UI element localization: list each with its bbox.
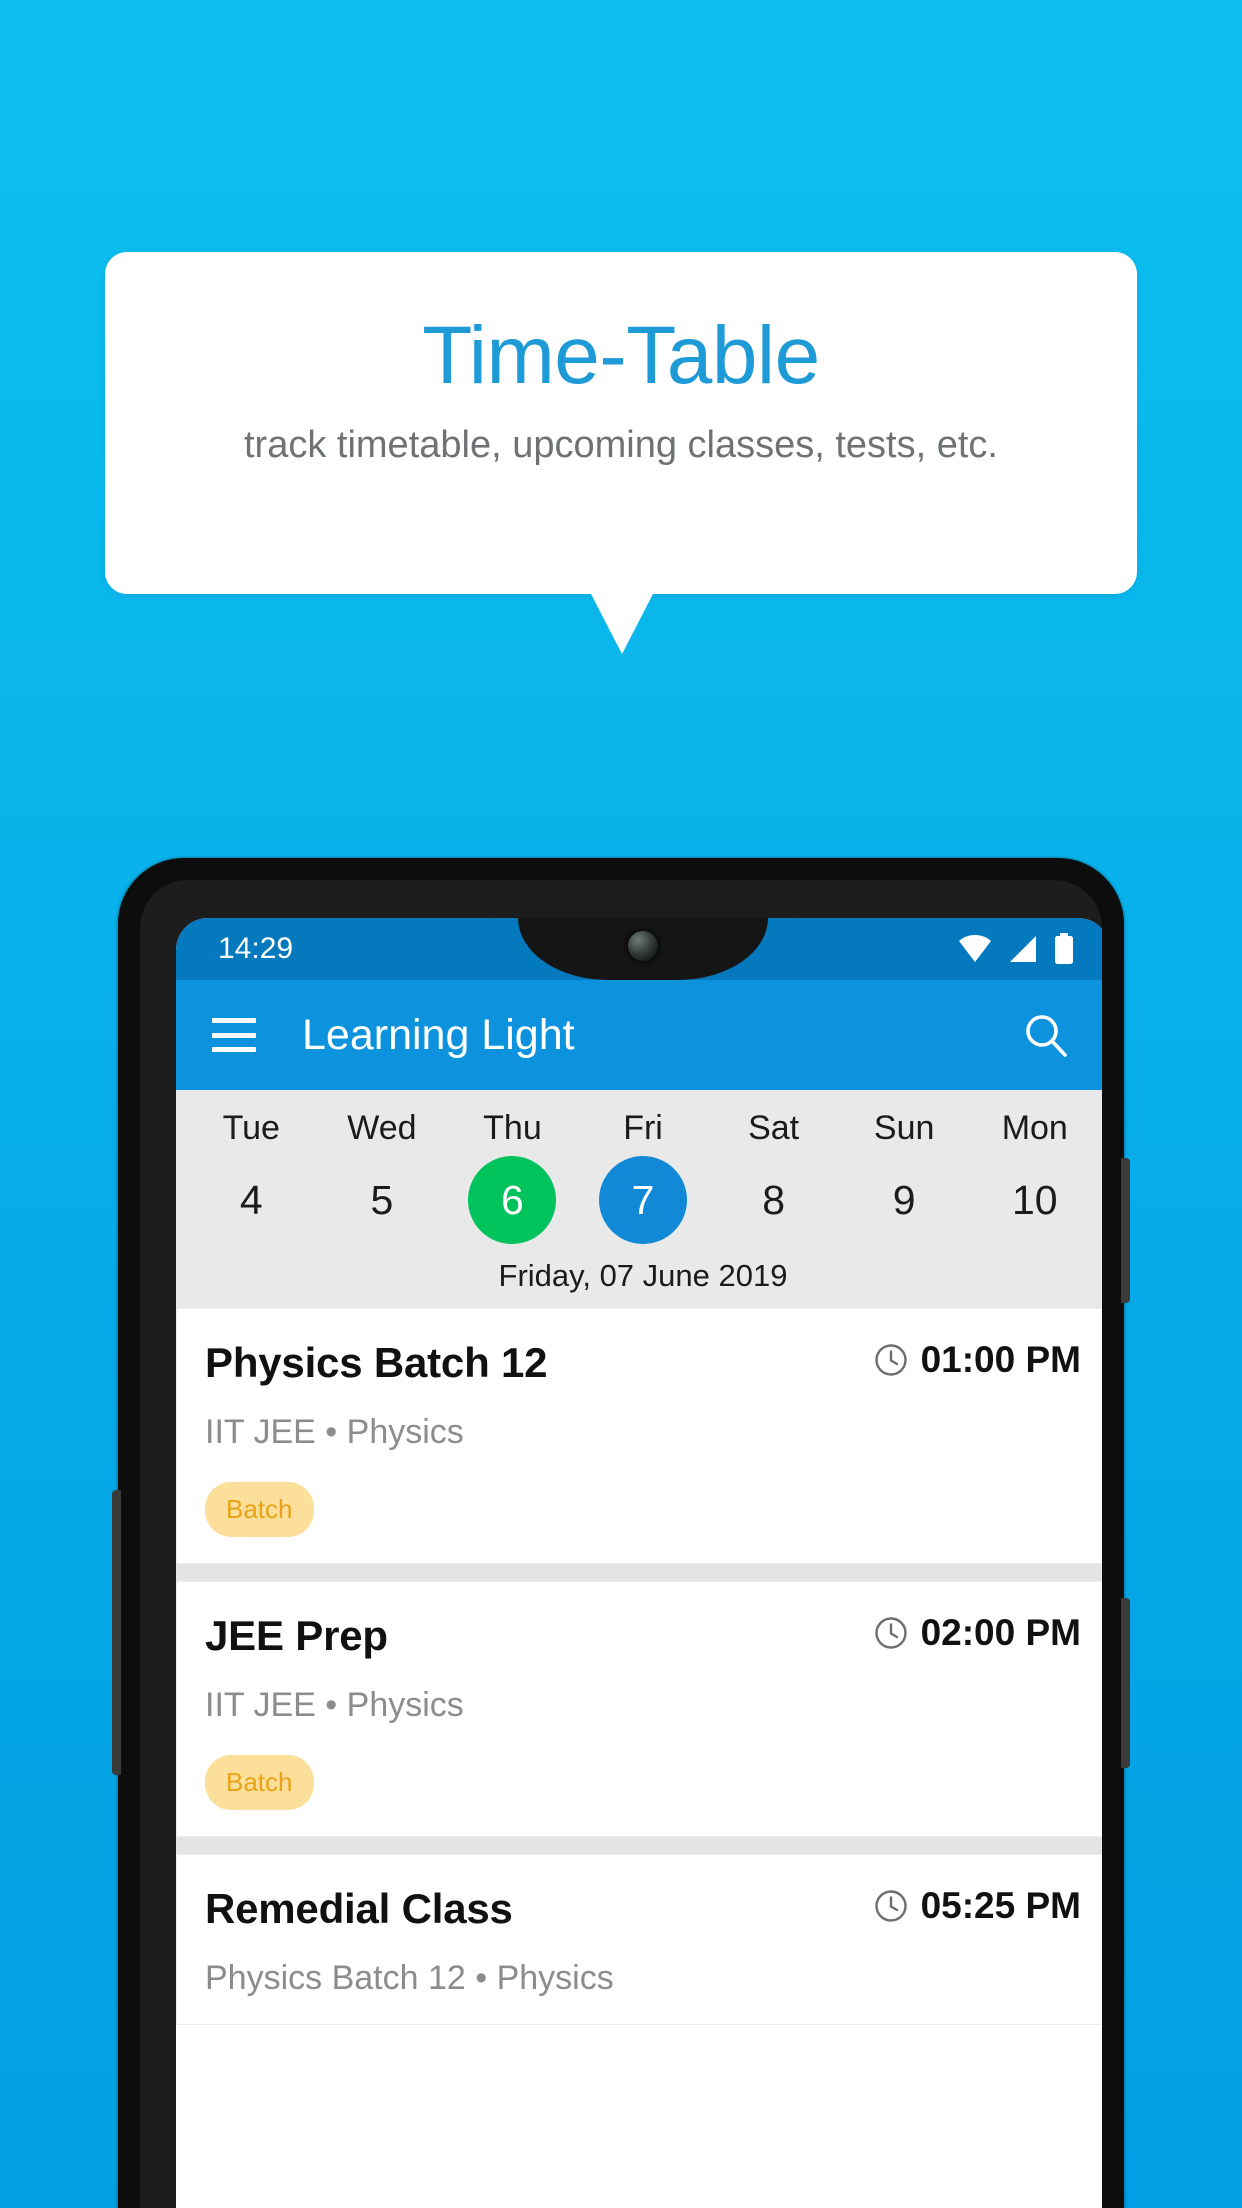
event-title: Physics Batch 12 <box>205 1339 548 1386</box>
battery-icon <box>1055 933 1073 964</box>
day-number-label-selected: 7 <box>599 1156 688 1244</box>
event-card[interactable]: Physics Batch 12 01:00 PM IIT JEE • Phys… <box>176 1308 1102 1564</box>
date-day-thu[interactable]: Thu 6 <box>447 1102 578 1246</box>
day-number-wrap: 4 <box>186 1154 317 1246</box>
clock-icon <box>874 1890 907 1922</box>
day-name-label: Fri <box>623 1109 663 1147</box>
promo-subtitle: track timetable, upcoming classes, tests… <box>244 424 998 466</box>
event-list[interactable]: Physics Batch 12 01:00 PM IIT JEE • Phys… <box>176 1308 1102 2025</box>
search-icon[interactable] <box>1022 1011 1070 1059</box>
event-time-group: 02:00 PM <box>874 1612 1081 1654</box>
clock-icon <box>874 1617 907 1649</box>
day-number-wrap: 6 <box>447 1154 578 1246</box>
event-title: JEE Prep <box>205 1612 388 1659</box>
date-strip: Tue 4 Wed 5 Thu 6 Fri 7 Sat 8 Sun 9 Mon … <box>176 1090 1102 1308</box>
day-name-label: Thu <box>483 1109 542 1147</box>
event-time: 02:00 PM <box>920 1612 1081 1653</box>
menu-bar-1 <box>212 1018 256 1023</box>
event-card[interactable]: Remedial Class 05:25 PM Physics Batch 12… <box>176 1854 1102 2025</box>
clock-icon <box>874 1344 907 1376</box>
day-number-label: 5 <box>370 1177 394 1223</box>
day-name-label: Wed <box>347 1109 417 1147</box>
phone-volume-button[interactable] <box>1121 1158 1130 1303</box>
phone-bezel: 14:29 Learning Light Tue 4 Wed 5 Thu 6 F… <box>140 880 1102 2208</box>
event-type-chip: Batch <box>205 1482 314 1537</box>
date-day-sat[interactable]: Sat 8 <box>708 1102 839 1246</box>
promo-screenshot-root: Time-Table track timetable, upcoming cla… <box>0 0 1242 2208</box>
event-header-row: JEE Prep 02:00 PM <box>205 1612 1081 1660</box>
event-time: 05:25 PM <box>920 1885 1081 1926</box>
status-bar-clock: 14:29 <box>218 932 294 965</box>
day-name-label: Sat <box>748 1109 800 1147</box>
phone-side-button-left[interactable] <box>112 1490 121 1775</box>
event-header-row: Physics Batch 12 01:00 PM <box>205 1339 1081 1387</box>
wifi-icon <box>959 935 991 962</box>
day-number-label: 10 <box>1011 1177 1058 1223</box>
promo-callout-tail <box>590 592 654 654</box>
menu-bar-3 <box>212 1047 256 1052</box>
date-day-tue[interactable]: Tue 4 <box>186 1102 317 1246</box>
app-title: Learning Light <box>302 1010 575 1059</box>
menu-bar-2 <box>212 1032 256 1038</box>
promo-title: Time-Table <box>422 310 820 401</box>
date-day-mon[interactable]: Mon 10 <box>969 1102 1100 1246</box>
date-day-row: Tue 4 Wed 5 Thu 6 Fri 7 Sat 8 Sun 9 Mon … <box>176 1102 1102 1246</box>
day-name-label: Tue <box>222 1109 280 1147</box>
front-camera-icon <box>628 931 658 961</box>
event-type-chip: Batch <box>205 1755 314 1810</box>
signal-icon <box>1010 936 1036 962</box>
status-bar-icons <box>958 918 1074 980</box>
event-subtitle: IIT JEE • Physics <box>205 1413 464 1451</box>
app-bar: Learning Light <box>176 980 1102 1090</box>
event-title: Remedial Class <box>205 1885 513 1932</box>
selected-date-label: Friday, 07 June 2019 <box>498 1258 788 1293</box>
day-name-label: Mon <box>1001 1109 1068 1147</box>
day-number-label: 9 <box>892 1177 916 1223</box>
day-number-label: 4 <box>239 1177 263 1223</box>
phone-screen: 14:29 Learning Light Tue 4 Wed 5 Thu 6 F… <box>176 918 1102 2208</box>
day-number-wrap: 5 <box>317 1154 448 1246</box>
day-number-label-today: 6 <box>468 1156 557 1244</box>
event-time-group: 01:00 PM <box>874 1339 1081 1381</box>
day-name-label: Sun <box>873 1109 935 1147</box>
event-subtitle: IIT JEE • Physics <box>205 1686 464 1724</box>
day-number-label: 8 <box>762 1177 785 1223</box>
day-number-wrap: 10 <box>969 1154 1100 1246</box>
event-card[interactable]: JEE Prep 02:00 PM IIT JEE • Physics Batc… <box>176 1581 1102 1837</box>
date-day-sun[interactable]: Sun 9 <box>839 1102 970 1246</box>
day-number-wrap: 7 <box>578 1154 709 1246</box>
event-time-group: 05:25 PM <box>874 1885 1081 1927</box>
phone-power-button[interactable] <box>1121 1598 1130 1768</box>
event-header-row: Remedial Class 05:25 PM <box>205 1885 1081 1933</box>
date-day-fri[interactable]: Fri 7 <box>578 1102 709 1246</box>
event-time: 01:00 PM <box>920 1339 1081 1380</box>
phone-device-mockup: 14:29 Learning Light Tue 4 Wed 5 Thu 6 F… <box>112 858 1130 2208</box>
day-number-wrap: 8 <box>708 1154 839 1246</box>
day-number-wrap: 9 <box>839 1154 970 1246</box>
event-subtitle: Physics Batch 12 • Physics <box>205 1959 614 1997</box>
date-day-wed[interactable]: Wed 5 <box>317 1102 448 1246</box>
promo-callout-card: Time-Table track timetable, upcoming cla… <box>105 252 1137 594</box>
hamburger-menu-icon[interactable] <box>212 1018 256 1052</box>
